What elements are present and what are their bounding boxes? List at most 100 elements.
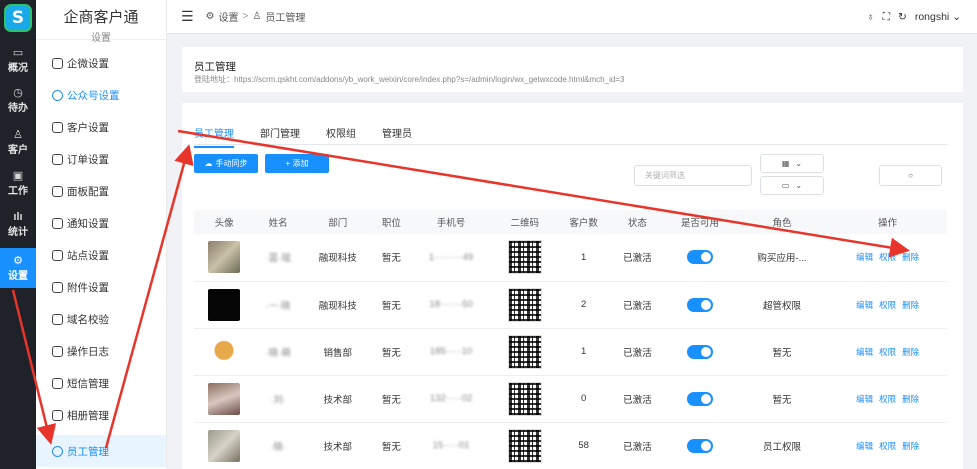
refresh-icon[interactable]: ↻: [898, 11, 907, 23]
cell-status: 已激活: [610, 328, 665, 376]
tab-divider: [194, 144, 947, 145]
rail-item-customers[interactable]: ♙ 客户: [0, 122, 36, 162]
clock-icon: ◷: [13, 86, 23, 99]
breadcrumb-root[interactable]: 设置: [219, 9, 239, 24]
cell-status: 已激活: [610, 375, 665, 423]
delete-link[interactable]: 删除: [902, 251, 919, 263]
col-status: 状态: [610, 210, 665, 234]
sidebar-item-staff[interactable]: 员工管理: [36, 435, 166, 467]
sidebar-item-sms[interactable]: 短信管理: [36, 367, 166, 399]
cell-role: 员工权限: [735, 422, 829, 469]
qrcode-image[interactable]: [507, 334, 542, 369]
qrcode-image[interactable]: [507, 381, 542, 416]
user-icon: [52, 445, 63, 457]
permission-link[interactable]: 权限: [879, 440, 896, 452]
wecom-icon: [52, 57, 63, 69]
folder-icon: [52, 281, 63, 293]
breadcrumb-separator: >: [242, 11, 249, 22]
search-icon: ○: [908, 171, 913, 180]
manual-sync-button[interactable]: ☁ 手动同步: [194, 154, 258, 173]
delete-link[interactable]: 删除: [902, 299, 919, 311]
cloud-icon: ☁: [204, 159, 213, 168]
cell-department: 销售部: [301, 328, 374, 376]
main-rail: S ▭ 概况 ◷ 待办 ♙ 客户 ▣ 工作 ılı 统计 ⚙ 设置: [0, 0, 36, 469]
cell-customer-count: 0: [556, 375, 611, 423]
cell-phone: 18·······50: [409, 281, 493, 329]
sidebar-item-wecom[interactable]: 企微设置: [36, 47, 166, 79]
sidebar-item-notify[interactable]: 通知设置: [36, 207, 166, 239]
rail-item-todo[interactable]: ◷ 待办: [0, 80, 36, 120]
edit-link[interactable]: 编辑: [856, 299, 873, 311]
sidebar-item-album[interactable]: 相册管理: [36, 399, 166, 431]
col-position: 职位: [373, 210, 410, 234]
view-select-top[interactable]: ▦ ⌄: [760, 154, 824, 173]
qrcode-image[interactable]: [507, 428, 542, 463]
enabled-toggle[interactable]: [686, 344, 713, 359]
add-button[interactable]: + 添加: [265, 154, 329, 173]
keyword-search-input[interactable]: 关键词筛选: [634, 165, 752, 186]
permission-link[interactable]: 权限: [879, 299, 896, 311]
user-menu[interactable]: rongshi ⌄: [915, 11, 961, 23]
enabled-toggle[interactable]: [686, 438, 713, 453]
rail-item-work[interactable]: ▣ 工作: [0, 163, 36, 203]
permission-link[interactable]: 权限: [879, 251, 896, 263]
order-icon: [52, 153, 63, 165]
delete-link[interactable]: 删除: [902, 346, 919, 358]
table-row: ·蓝·瑶 融现科技 暂无 1·········49 1 已激活 购买应用-...…: [194, 234, 947, 282]
col-role: 角色: [735, 210, 829, 234]
user-icon: [52, 121, 63, 133]
edit-link[interactable]: 编辑: [856, 346, 873, 358]
enabled-toggle[interactable]: [686, 391, 713, 406]
cell-position: 暂无: [373, 281, 410, 329]
sidebar-item-customer[interactable]: 客户设置: [36, 111, 166, 143]
monitor-icon: ▭: [12, 46, 24, 59]
domain-icon: [52, 313, 63, 325]
edit-link[interactable]: 编辑: [856, 251, 873, 263]
cell-status: 已激活: [610, 234, 665, 282]
permission-link[interactable]: 权限: [879, 346, 896, 358]
edit-link[interactable]: 编辑: [856, 440, 873, 452]
cell-phone: 132·····02: [409, 375, 493, 423]
sidebar-item-panel[interactable]: 面板配置: [36, 175, 166, 207]
logo-icon: S: [4, 4, 32, 32]
search-button[interactable]: ○: [879, 165, 942, 186]
qrcode-image[interactable]: [507, 287, 542, 322]
cell-name: ·晓·: [254, 422, 302, 469]
app-logo[interactable]: S: [0, 0, 36, 36]
sidebar-item-site[interactable]: 站点设置: [36, 239, 166, 271]
shirt-icon[interactable]: ♁: [867, 11, 875, 23]
permission-link[interactable]: 权限: [879, 393, 896, 405]
breadcrumb: ⚙ 设置 > ♙ 员工管理: [206, 9, 306, 24]
qrcode-image[interactable]: [507, 240, 542, 275]
col-enabled: 是否可用: [664, 210, 736, 234]
login-url: 登陆地址：https://scrm.qskht.com/addons/yb_wo…: [194, 75, 625, 84]
rail-item-settings[interactable]: ⚙ 设置: [0, 248, 36, 288]
cell-name: ·晓·萌: [254, 328, 302, 376]
table-row: ·刘· 技术部 暂无 132·····02 0 已激活 暂无 编辑 权限 删除: [194, 375, 947, 423]
delete-link[interactable]: 删除: [902, 393, 919, 405]
cell-department: 技术部: [301, 375, 374, 423]
menu-toggle-icon[interactable]: ☰: [181, 8, 194, 25]
cell-department: 融现科技: [301, 234, 374, 282]
enabled-toggle[interactable]: [686, 250, 713, 265]
sidebar-item-attachment[interactable]: 附件设置: [36, 271, 166, 303]
sidebar-item-domain[interactable]: 域名校验: [36, 303, 166, 335]
sidebar-item-log[interactable]: 操作日志: [36, 335, 166, 367]
table-row: ·晓· 技术部 暂无 15·····01 58 已激活 员工权限 编辑 权限 删除: [194, 422, 947, 469]
cell-name: ·蓝·瑶: [254, 234, 302, 282]
rail-item-stats[interactable]: ılı 统计: [0, 204, 36, 244]
edit-link[interactable]: 编辑: [856, 393, 873, 405]
view-select-bottom[interactable]: ▭ ⌄: [760, 176, 824, 195]
bar-chart-icon: ılı: [13, 210, 23, 223]
cell-phone: 185·····10: [409, 328, 493, 376]
folder-icon: ▭: [781, 181, 790, 190]
sidebar-item-official-account[interactable]: 公众号设置: [36, 79, 166, 111]
fullscreen-icon[interactable]: ⛶: [883, 11, 890, 24]
enabled-toggle[interactable]: [686, 297, 713, 312]
brand-name: 企商客户通: [63, 9, 139, 26]
rail-item-overview[interactable]: ▭ 概况: [0, 40, 36, 80]
sidebar-item-order[interactable]: 订单设置: [36, 143, 166, 175]
delete-link[interactable]: 删除: [902, 440, 919, 452]
avatar: [208, 335, 241, 368]
top-right-tools: ♁ ⛶ ↻ rongshi ⌄: [867, 0, 961, 34]
